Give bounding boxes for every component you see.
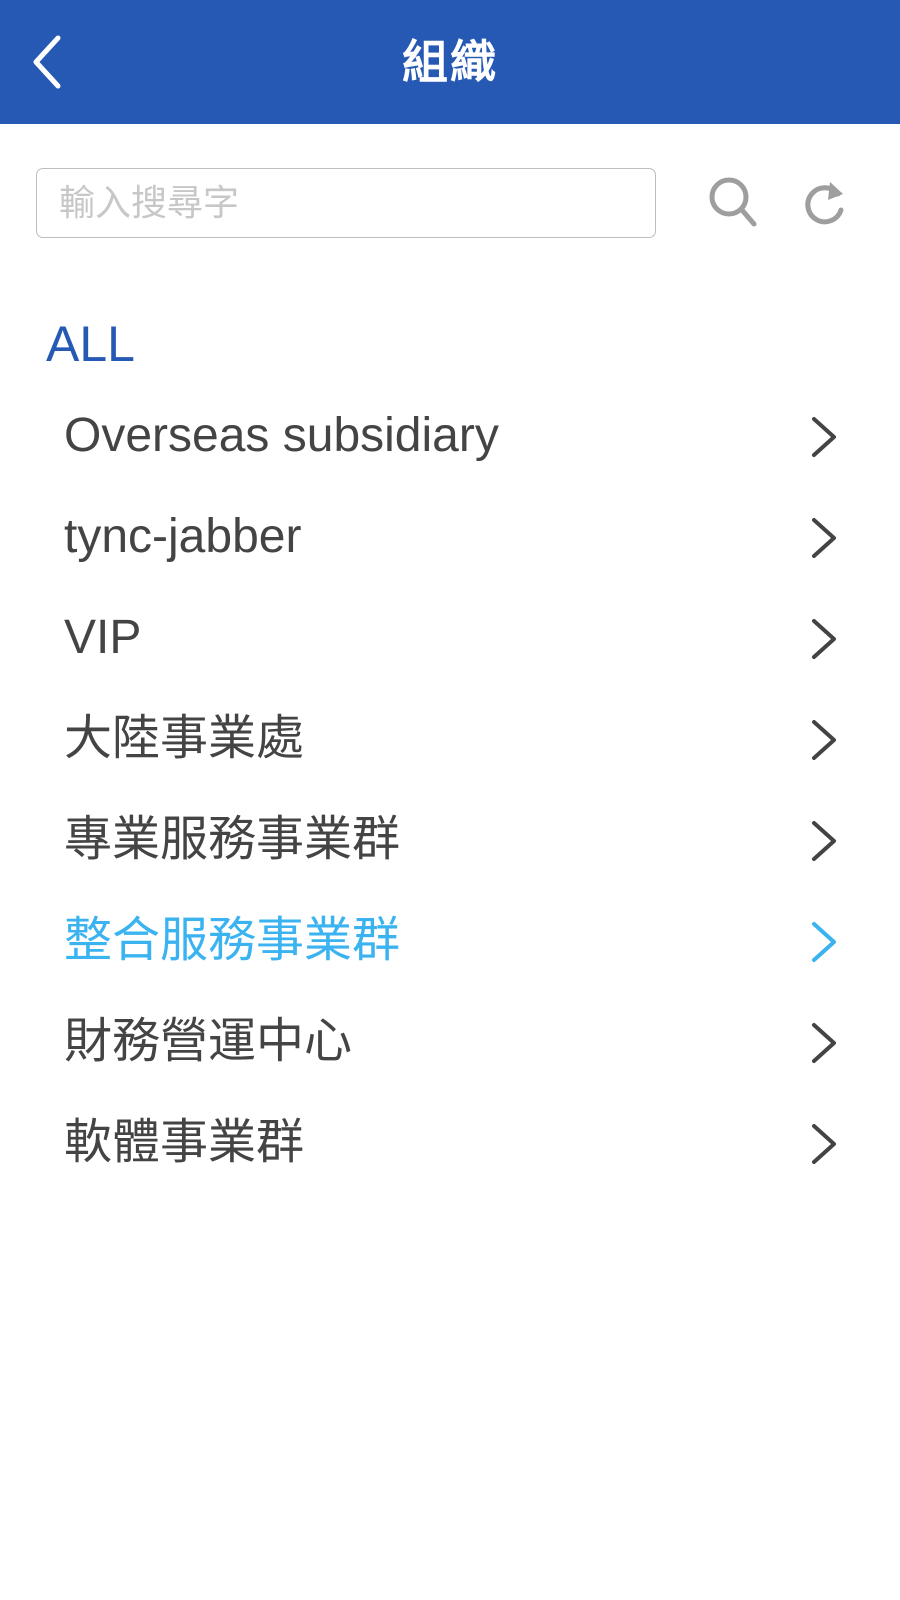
chevron-right-icon (812, 518, 836, 558)
org-item-label: 財務營運中心 (64, 1015, 353, 1068)
search-input[interactable] (37, 169, 655, 237)
chevron-right-icon (812, 922, 836, 962)
search-field[interactable] (36, 168, 656, 238)
org-item-label: 軟體事業群 (64, 1116, 305, 1169)
search-button[interactable] (704, 172, 768, 236)
chevron-right-icon (812, 619, 836, 659)
chevron-right-icon (812, 821, 836, 861)
org-item-label: 整合服務事業群 (64, 914, 401, 967)
org-list-item-highlighted[interactable]: 整合服務事業群 (0, 890, 900, 991)
org-item-label: 專業服務事業群 (64, 813, 401, 866)
org-item-label: tync-jabber (64, 510, 302, 563)
org-list-item[interactable]: 財務營運中心 (0, 991, 900, 1092)
chevron-right-icon (812, 1023, 836, 1063)
org-item-label: 大陸事業處 (64, 712, 305, 765)
organization-list: Overseas subsidiary tync-jabber VIP 大陸事業… (0, 385, 900, 1193)
page-title: 組織 (402, 35, 498, 89)
org-item-label: VIP (64, 611, 142, 664)
chevron-right-icon (812, 417, 836, 457)
refresh-icon (805, 182, 844, 225)
org-list-item[interactable]: tync-jabber (0, 486, 900, 587)
app-header: 組織 (0, 0, 900, 124)
org-list-item[interactable]: 大陸事業處 (0, 688, 900, 789)
search-icon (709, 177, 757, 227)
org-list-item[interactable]: 軟體事業群 (0, 1092, 900, 1193)
chevron-right-icon (812, 1124, 836, 1164)
org-list-item[interactable]: 專業服務事業群 (0, 789, 900, 890)
org-item-label: Overseas subsidiary (64, 409, 499, 462)
org-list-item[interactable]: VIP (0, 587, 900, 688)
chevron-right-icon (812, 720, 836, 760)
refresh-button[interactable] (794, 172, 858, 236)
org-list-item[interactable]: Overseas subsidiary (0, 385, 900, 486)
section-title-all: ALL (46, 316, 135, 372)
